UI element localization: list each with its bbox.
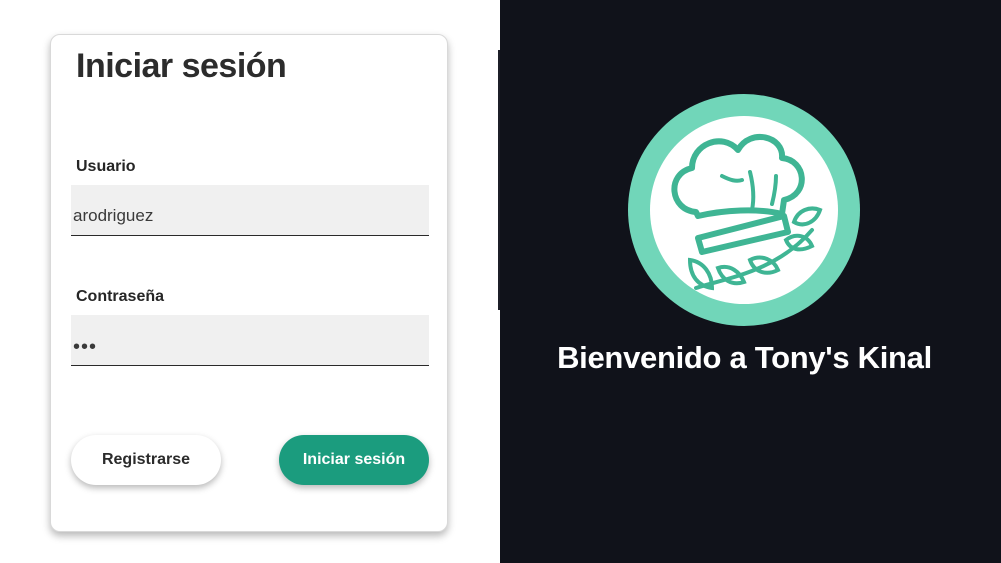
page-title: Iniciar sesión xyxy=(76,47,287,85)
password-label: Contraseña xyxy=(76,288,165,305)
username-label: Usuario xyxy=(76,158,136,175)
login-button[interactable]: Iniciar sesión xyxy=(279,435,429,485)
welcome-message: Bienvenido a Tony's Kinal xyxy=(557,340,932,375)
welcome-panel: Bienvenido a Tony's Kinal xyxy=(500,0,1001,563)
password-input[interactable] xyxy=(71,315,429,366)
login-card: Iniciar sesión Usuario Contraseña Regist… xyxy=(50,34,448,532)
username-input[interactable] xyxy=(71,185,429,236)
login-panel: Iniciar sesión Usuario Contraseña Regist… xyxy=(0,0,500,563)
panel-divider xyxy=(498,50,500,310)
chef-hat-icon xyxy=(626,92,862,328)
register-button[interactable]: Registrarse xyxy=(71,435,221,485)
